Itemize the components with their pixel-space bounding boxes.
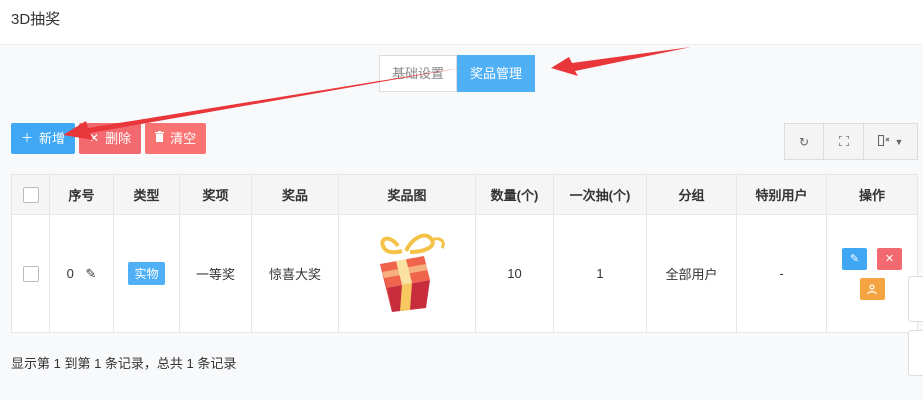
select-all-checkbox[interactable] xyxy=(22,186,39,203)
trash-icon xyxy=(155,123,165,154)
user-icon xyxy=(867,283,877,294)
actions-cell: ✎ ✕ xyxy=(826,214,918,333)
table-tools: ↻ ▼ xyxy=(784,123,918,160)
table-header-row: 序号 类型 奖项 奖品 奖品图 数量(个) 一次抽(个) 分组 特别用户 操作 xyxy=(11,174,918,215)
fullscreen-icon xyxy=(837,134,850,149)
table-row: 0 ✎ 实物 一等奖 惊喜大奖 10 1 全部用户 - ✎ ✕ xyxy=(11,214,918,333)
columns-icon xyxy=(877,134,890,149)
edit-button[interactable]: ✎ xyxy=(842,247,867,270)
tab-bar: 基础设置 奖品管理 xyxy=(379,55,536,92)
column-header[interactable]: 操作 xyxy=(826,174,918,215)
index-value: 0 xyxy=(66,265,74,281)
page-title: 3D抽奖 xyxy=(11,11,61,28)
column-header[interactable]: 一次抽(个) xyxy=(553,174,647,215)
column-header[interactable]: 类型 xyxy=(113,174,180,215)
column-header[interactable]: 分组 xyxy=(646,174,737,215)
type-badge: 实物 xyxy=(128,262,165,285)
pencil-icon: ✎ xyxy=(849,253,860,265)
prize-table: 序号 类型 奖项 奖品 奖品图 数量(个) 一次抽(个) 分组 特别用户 操作 … xyxy=(11,174,918,333)
gift-box-image xyxy=(380,233,445,312)
special-user-cell: - xyxy=(736,214,827,333)
level-cell: 一等奖 xyxy=(179,214,252,333)
pencil-icon[interactable]: ✎ xyxy=(85,266,96,282)
delete-button[interactable]: ✕ 删除 xyxy=(79,123,142,154)
refresh-icon: ↻ xyxy=(798,134,810,149)
columns-dropdown[interactable]: ▼ xyxy=(864,123,918,160)
close-icon: ✕ xyxy=(884,253,895,265)
side-float-button[interactable] xyxy=(908,330,923,376)
column-header[interactable]: 奖品 xyxy=(251,174,339,215)
row-checkbox[interactable] xyxy=(22,265,39,282)
type-cell: 实物 xyxy=(113,214,180,333)
delete-row-button[interactable]: ✕ xyxy=(877,247,902,270)
column-header[interactable]: 数量(个) xyxy=(475,174,554,215)
prize-cell: 惊喜大奖 xyxy=(251,214,339,333)
column-header[interactable]: 特别用户 xyxy=(736,174,827,215)
close-icon: ✕ xyxy=(89,131,100,145)
side-float-button[interactable] xyxy=(908,276,923,322)
tab-basic-settings[interactable]: 基础设置 xyxy=(379,55,458,92)
plus-icon: ＋ xyxy=(21,131,34,145)
column-header[interactable]: 序号 xyxy=(49,174,114,215)
prize-image-cell xyxy=(338,214,476,333)
pagination-summary: 显示第 1 到第 1 条记录，总共 1 条记录 xyxy=(11,356,237,371)
clear-button-label: 清空 xyxy=(170,131,197,146)
per-draw-cell: 1 xyxy=(553,214,647,333)
refresh-button[interactable]: ↻ xyxy=(784,123,824,160)
group-cell: 全部用户 xyxy=(646,214,737,333)
delete-button-label: 删除 xyxy=(105,131,132,146)
special-user-button[interactable] xyxy=(859,277,885,300)
add-button[interactable]: ＋ 新增 xyxy=(11,123,76,154)
chevron-down-icon: ▼ xyxy=(894,136,904,147)
index-cell: 0 ✎ xyxy=(49,214,114,333)
column-header[interactable]: 奖项 xyxy=(179,174,252,215)
tab-prize-management[interactable]: 奖品管理 xyxy=(457,55,536,92)
column-header[interactable]: 奖品图 xyxy=(338,174,476,215)
quantity-cell: 10 xyxy=(475,214,554,333)
add-button-label: 新增 xyxy=(39,131,66,146)
row-select-cell xyxy=(11,214,50,333)
select-all-cell xyxy=(11,174,50,215)
fullscreen-button[interactable] xyxy=(824,123,864,160)
clear-button[interactable]: 清空 xyxy=(145,123,207,154)
toolbar: ＋ 新增 ✕ 删除 清空 xyxy=(11,123,207,154)
